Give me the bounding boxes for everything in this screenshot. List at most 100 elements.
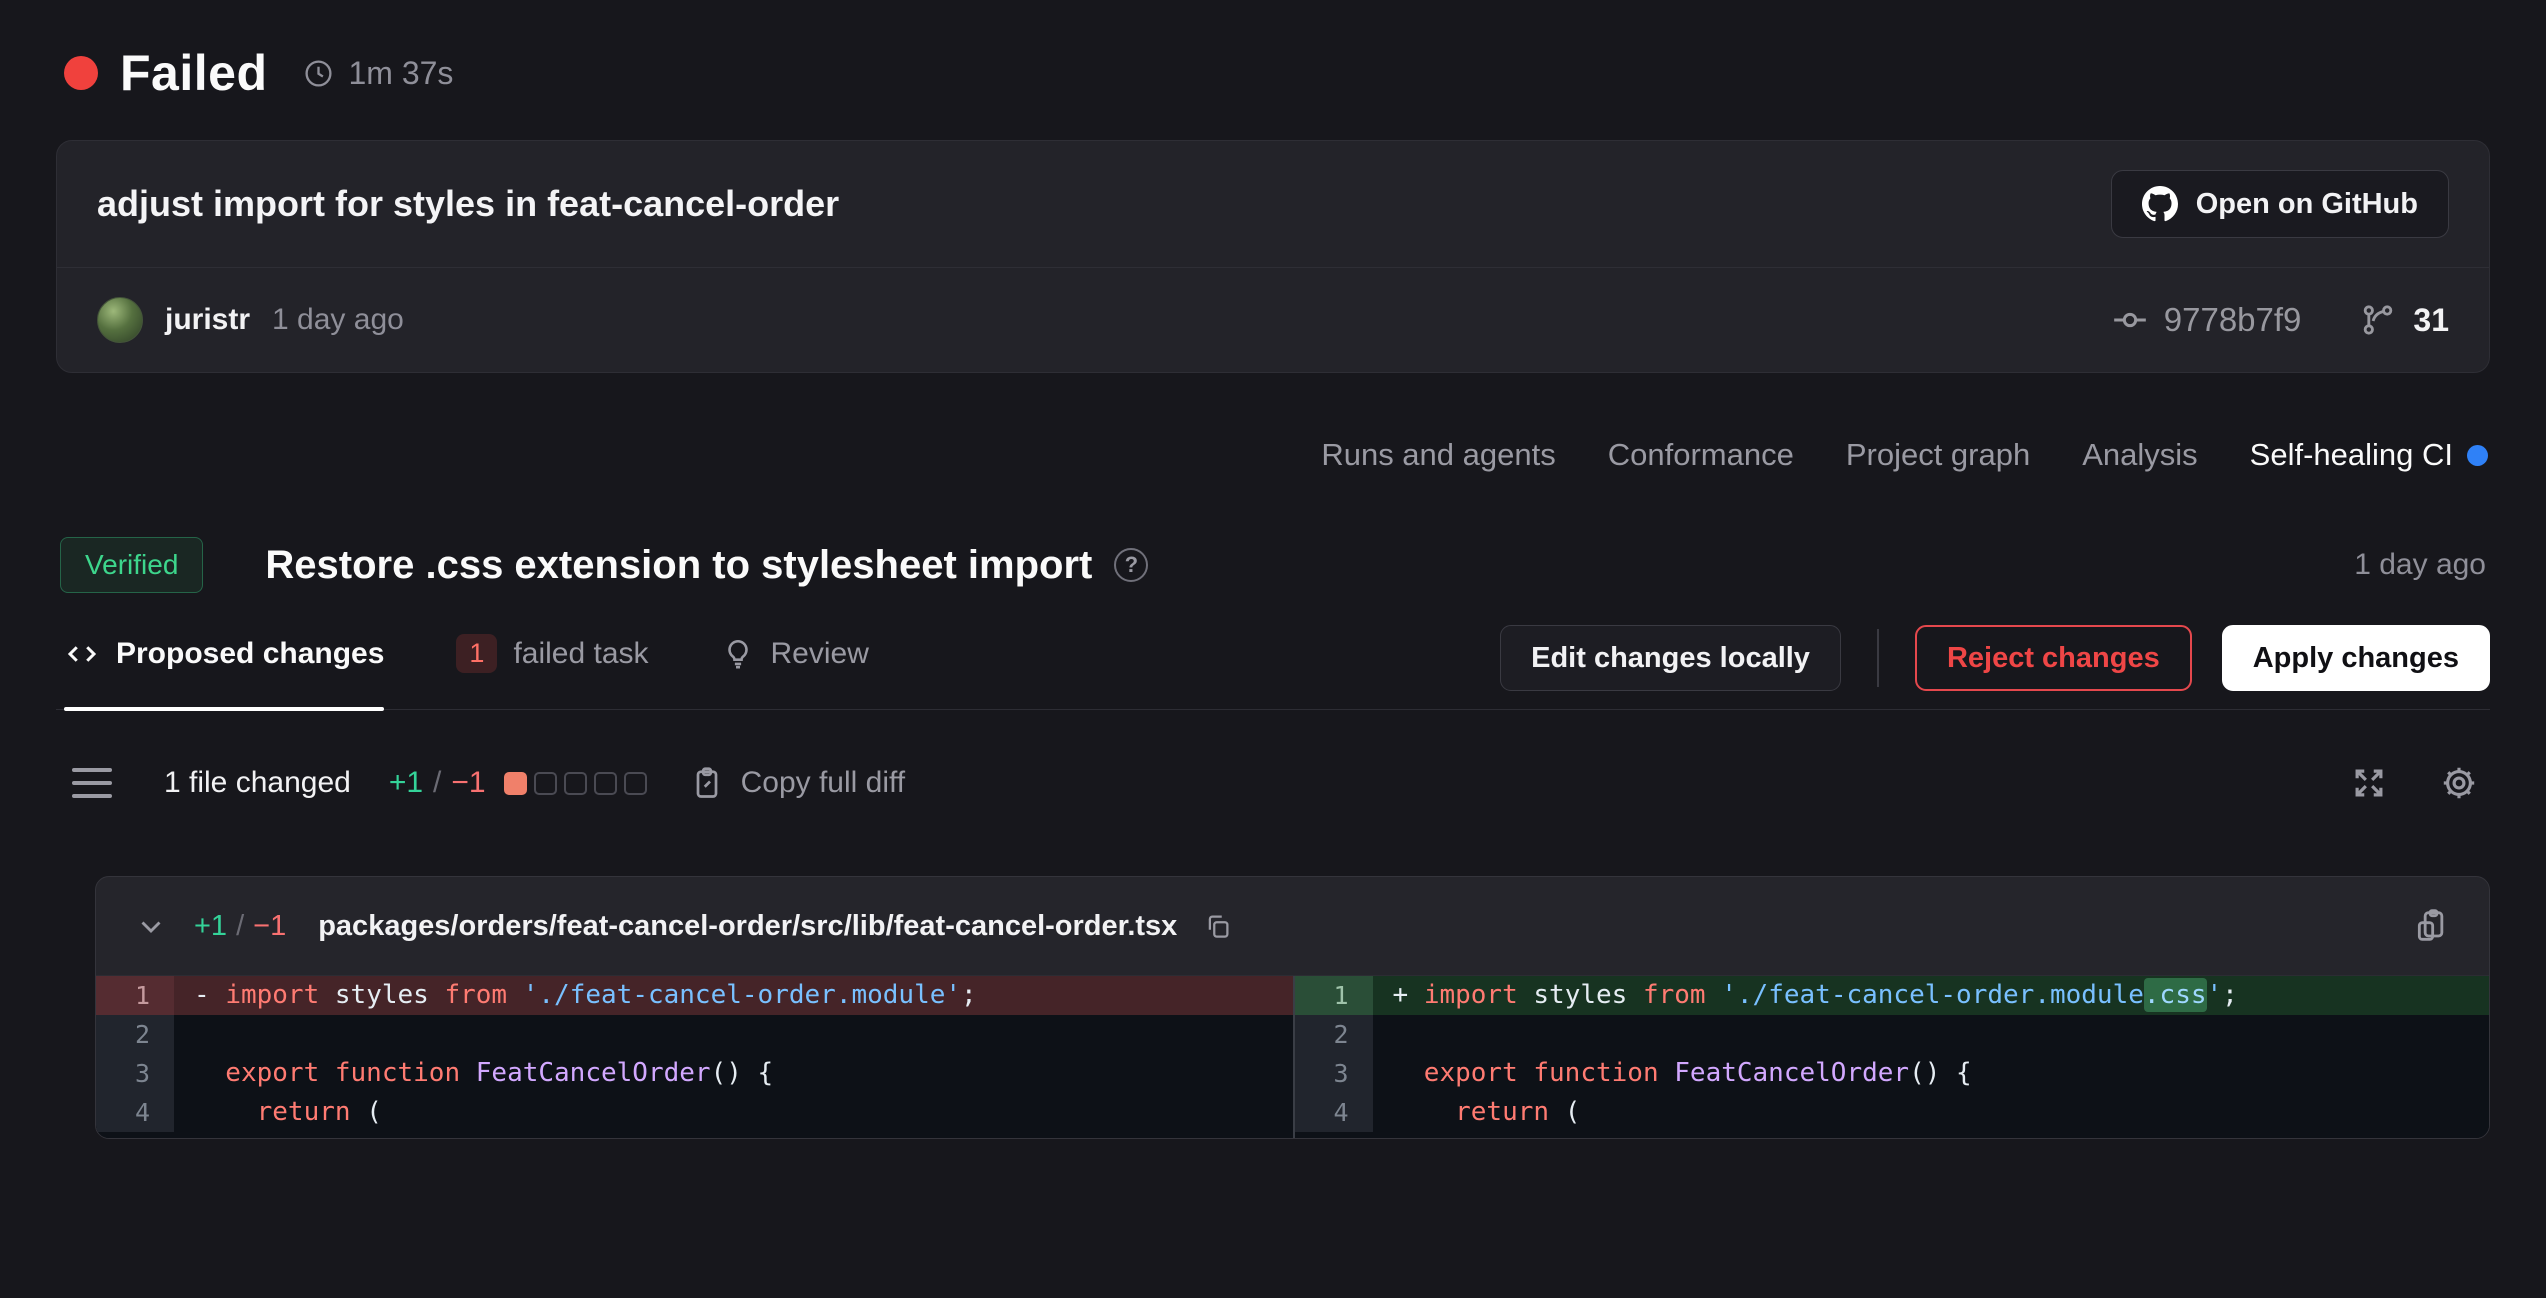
nav-item-analysis[interactable]: Analysis [2082,437,2197,473]
additions-count: +1 [389,766,423,800]
github-button-label: Open on GitHub [2196,188,2418,221]
fix-title: Restore .css extension to stylesheet imp… [265,543,1092,588]
commit-title: adjust import for styles in feat-cancel-… [97,183,839,225]
files-changed-label: 1 file changed [164,766,351,800]
open-on-github-button[interactable]: Open on GitHub [2111,170,2449,238]
button-divider [1877,629,1879,687]
file-path: packages/orders/feat-cancel-order/src/li… [318,910,1177,943]
diff-line: 4 return ( [96,1093,1293,1132]
status-row: Failed 1m 37s [64,44,2482,102]
diff-stats: +1 / −1 [389,766,486,800]
tab-failed-label: failed task [513,637,648,671]
clipboard-paste-icon[interactable] [2411,906,2451,946]
github-icon [2142,186,2178,222]
line-number: 4 [96,1093,174,1132]
line-number: 3 [1295,1054,1373,1093]
reject-changes-button[interactable]: Reject changes [1915,625,2192,691]
nav-active-label: Self-healing CI [2250,437,2453,473]
code-line: export function FeatCancelOrder() { [174,1054,1293,1093]
diff-pane-after: 1+ import styles from './feat-cancel-ord… [1293,976,2490,1138]
fix-time: 1 day ago [2354,548,2486,582]
status-label: Failed [120,44,267,102]
diff-block [564,772,587,795]
code-line: return ( [1373,1093,2490,1132]
expand-icon[interactable] [2350,764,2388,802]
tab-review[interactable]: Review [721,634,869,709]
nav-item-runs-and-agents[interactable]: Runs and agents [1321,437,1555,473]
tab-failed-task[interactable]: 1 failed task [456,634,648,709]
file-additions: +1 [194,910,227,943]
apply-changes-button[interactable]: Apply changes [2222,625,2490,691]
line-number: 2 [1295,1015,1373,1054]
diff-file-header: +1 / −1 packages/orders/feat-cancel-orde… [96,877,2489,975]
line-number: 2 [96,1015,174,1054]
diff-toolbar: 1 file changed +1 / −1 Copy full diff [56,752,2490,814]
tab-proposed-changes[interactable]: Proposed changes [64,634,384,709]
file-deletions: −1 [253,910,286,943]
failed-status-icon [64,56,98,90]
nav-item-self-healing-ci[interactable]: Self-healing CI [2250,437,2488,473]
code-line: - import styles from './feat-cancel-orde… [174,976,1293,1015]
commit-icon [2110,300,2150,340]
copy-path-icon[interactable] [1203,911,1233,941]
file-diff-stats: +1 / −1 [194,910,286,943]
deletions-count: −1 [451,766,485,800]
line-number: 4 [1295,1093,1373,1132]
commit-card: adjust import for styles in feat-cancel-… [56,140,2490,373]
duration: 1m 37s [303,55,453,92]
code-line: + import styles from './feat-cancel-orde… [1373,976,2490,1015]
fix-header: Verified Restore .css extension to style… [60,537,2486,593]
avatar [97,297,143,343]
notification-dot-icon [2467,445,2488,466]
file-stats-separator: / [236,910,244,943]
git-branch-icon [2359,301,2397,339]
branch-count: 31 [2413,302,2449,339]
diff-line: 1- import styles from './feat-cancel-ord… [96,976,1293,1015]
top-nav: Runs and agents Conformance Project grap… [58,437,2488,473]
author-name: juristr [165,303,250,337]
commit-time: 1 day ago [272,303,404,337]
branch-count-chip[interactable]: 31 [2359,301,2449,339]
lightbulb-icon [721,637,755,671]
diff-block [504,772,527,795]
action-buttons: Edit changes locally Reject changes Appl… [1500,625,2490,691]
commit-hash: 9778b7f9 [2164,301,2302,339]
tabs-row: Proposed changes 1 failed task Review Ed… [56,625,2490,710]
clipboard-icon [689,765,725,801]
tab-review-label: Review [771,637,869,671]
edit-changes-locally-button[interactable]: Edit changes locally [1500,625,1841,691]
diff-line: 1+ import styles from './feat-cancel-ord… [1295,976,2490,1015]
help-icon[interactable]: ? [1114,548,1148,582]
diff-line: 4 return ( [1295,1093,2490,1132]
verified-badge: Verified [60,537,203,593]
line-number: 3 [96,1054,174,1093]
failed-count-badge: 1 [456,634,497,673]
tab-proposed-label: Proposed changes [116,637,384,671]
line-number: 1 [1295,976,1373,1015]
chevron-down-icon[interactable] [134,909,168,943]
diff-line: 3 export function FeatCancelOrder() { [1295,1054,2490,1093]
diff-card: +1 / −1 packages/orders/feat-cancel-orde… [95,876,2490,1139]
diff-pane-before: 1- import styles from './feat-cancel-ord… [96,976,1293,1138]
code-icon [64,636,100,672]
file-list-menu-icon[interactable] [68,764,116,802]
diff-blocks-indicator [504,772,647,795]
nav-item-project-graph[interactable]: Project graph [1846,437,2030,473]
code-line: return ( [174,1093,1293,1132]
commit-hash-chip[interactable]: 9778b7f9 [2110,300,2302,340]
copy-full-diff-button[interactable]: Copy full diff [689,765,906,801]
diff-line: 2 [1295,1015,2490,1054]
line-number: 1 [96,976,174,1015]
code-line [174,1015,1293,1054]
duration-value: 1m 37s [348,55,453,92]
nav-item-conformance[interactable]: Conformance [1608,437,1794,473]
diff-block [624,772,647,795]
stats-separator: / [433,766,441,800]
code-line: export function FeatCancelOrder() { [1373,1054,2490,1093]
diff-line: 3 export function FeatCancelOrder() { [96,1054,1293,1093]
diff-block [534,772,557,795]
gear-icon[interactable] [2440,764,2478,802]
code-line [1373,1015,2490,1054]
diff-block [594,772,617,795]
diff-line: 2 [96,1015,1293,1054]
